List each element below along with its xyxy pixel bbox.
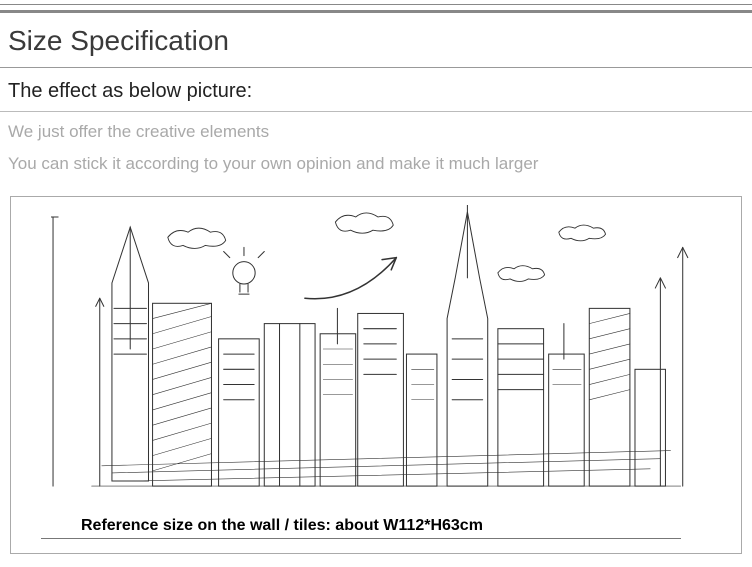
illustration-frame: Reference size on the wall / tiles: abou… xyxy=(10,196,742,554)
page-title: Size Specification xyxy=(0,13,752,67)
reference-size-label: Reference size on the wall / tiles: abou… xyxy=(81,517,483,535)
reference-underline xyxy=(41,538,681,539)
top-divider-thin xyxy=(0,4,752,5)
note-line-1: We just offer the creative elements xyxy=(0,112,752,146)
subheading: The effect as below picture: xyxy=(0,68,752,111)
note-line-2: You can stick it according to your own o… xyxy=(0,146,752,174)
city-sketch-illustration xyxy=(51,205,701,493)
